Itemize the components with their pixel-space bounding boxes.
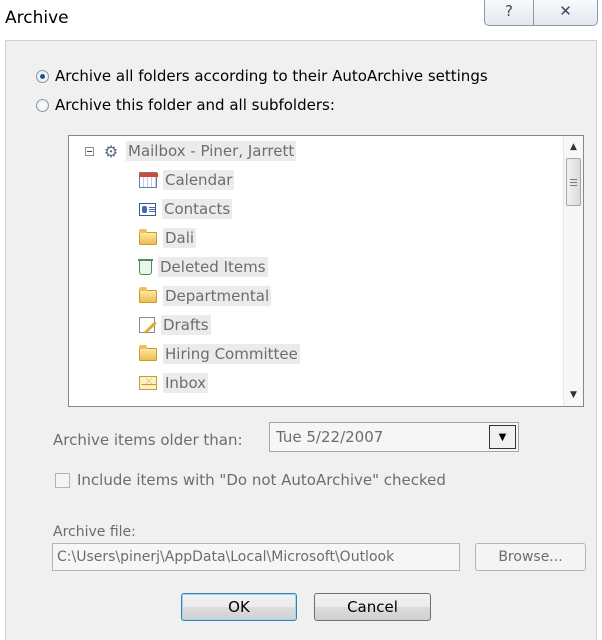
scroll-down-arrow-icon[interactable]: ▼ xyxy=(564,386,583,404)
folder-icon xyxy=(139,228,157,245)
archive-folder-label[interactable]: Archive this folder and all subfolders: xyxy=(55,96,335,114)
tree-item-drafts[interactable]: Drafts xyxy=(139,313,211,337)
title-bar: Archive ? ✕ xyxy=(0,0,602,40)
tree-item-label: Mailbox - Piner, Jarrett xyxy=(126,141,297,161)
tree-item-dali[interactable]: Dali xyxy=(139,226,197,250)
archive-older-than-label: Archive items older than: xyxy=(53,431,243,449)
tree-item-label: Departmental xyxy=(163,286,272,306)
archive-date-value: Tue 5/22/2007 xyxy=(276,428,384,446)
scroll-up-arrow-icon[interactable]: ▲ xyxy=(564,138,583,156)
tree-item-label: Drafts xyxy=(161,315,211,335)
archive-all-option[interactable]: Archive all folders according to their A… xyxy=(36,67,488,85)
close-icon: ✕ xyxy=(559,1,572,20)
folder-tree[interactable]: ⚙ Mailbox - Piner, Jarrett Calendar Cont… xyxy=(68,135,584,407)
folder-icon xyxy=(139,286,157,303)
scrollbar-thumb[interactable] xyxy=(566,158,581,206)
archive-file-path-field[interactable]: C:\Users\pinerj\AppData\Local\Microsoft\… xyxy=(52,543,460,571)
tree-item-hiring-committee[interactable]: Hiring Committee xyxy=(139,342,300,366)
radio-selected-dot xyxy=(40,73,45,79)
help-button[interactable]: ? xyxy=(484,0,534,26)
inbox-icon xyxy=(139,376,157,390)
archive-file-path-value: C:\Users\pinerj\AppData\Local\Microsoft\… xyxy=(57,549,395,565)
archive-folder-radio[interactable] xyxy=(36,98,49,112)
drafts-icon xyxy=(139,317,155,333)
tree-item-inbox[interactable]: Inbox xyxy=(139,371,209,395)
tree-item-label: Hiring Committee xyxy=(163,344,300,364)
archive-all-radio[interactable] xyxy=(36,69,49,83)
collapse-toggle-icon[interactable] xyxy=(85,146,94,156)
browse-button[interactable]: Browse... xyxy=(475,543,586,571)
mailbox-icon: ⚙ xyxy=(103,141,119,161)
deleted-items-icon xyxy=(138,258,153,275)
tree-scrollbar[interactable]: ▲ ▼ xyxy=(563,136,583,406)
tree-root-mailbox[interactable]: ⚙ Mailbox - Piner, Jarrett xyxy=(85,139,297,163)
tree-item-label: Inbox xyxy=(163,373,209,393)
help-icon: ? xyxy=(505,1,513,20)
include-do-not-autoarchive-checkbox[interactable] xyxy=(55,472,70,488)
tree-item-departmental[interactable]: Departmental xyxy=(139,284,272,308)
tree-item-label: Deleted Items xyxy=(158,257,268,277)
close-button[interactable]: ✕ xyxy=(533,0,598,26)
folder-icon xyxy=(139,344,157,361)
tree-item-label: Calendar xyxy=(163,170,235,190)
tree-item-label: Dali xyxy=(163,228,197,248)
archive-all-label[interactable]: Archive all folders according to their A… xyxy=(55,67,488,85)
dialog-body: Archive all folders according to their A… xyxy=(5,40,597,640)
include-do-not-autoarchive-label[interactable]: Include items with "Do not AutoArchive" … xyxy=(77,471,446,489)
ok-button[interactable]: OK xyxy=(181,593,297,621)
dialog-title: Archive xyxy=(5,8,69,28)
dropdown-arrow-icon[interactable]: ▼ xyxy=(489,425,516,449)
scrollbar-grip-icon xyxy=(570,178,577,186)
calendar-icon xyxy=(139,172,158,188)
tree-item-calendar[interactable]: Calendar xyxy=(139,168,235,192)
include-do-not-autoarchive-option[interactable]: Include items with "Do not AutoArchive" … xyxy=(55,471,446,489)
archive-folder-option[interactable]: Archive this folder and all subfolders: xyxy=(36,96,335,114)
contacts-icon xyxy=(139,202,156,216)
tree-item-deleted-items[interactable]: Deleted Items xyxy=(138,255,268,279)
archive-date-dropdown[interactable]: Tue 5/22/2007 ▼ xyxy=(269,422,519,452)
tree-item-contacts[interactable]: Contacts xyxy=(139,197,233,221)
tree-item-label: Contacts xyxy=(162,199,233,219)
archive-file-label: Archive file: xyxy=(53,524,136,540)
cancel-button[interactable]: Cancel xyxy=(314,593,431,621)
